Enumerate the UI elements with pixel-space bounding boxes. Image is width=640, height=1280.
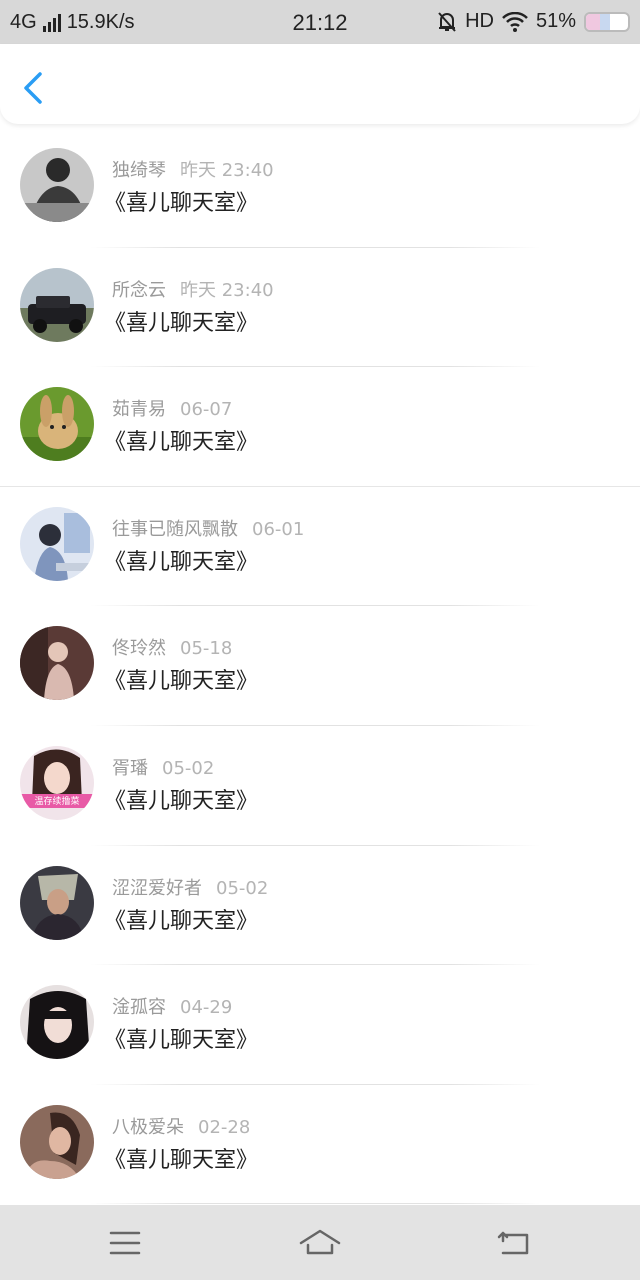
avatar[interactable]	[20, 387, 94, 462]
list-item[interactable]: 往事已随风飘散 06-01 《喜儿聊天室》	[0, 487, 640, 607]
sender-name: 独绮琴	[112, 160, 166, 181]
item-meta: 茹青易 06-07	[112, 395, 232, 421]
back-button[interactable]	[14, 66, 54, 106]
system-nav-bar	[0, 1205, 640, 1280]
battery-icon	[584, 11, 630, 32]
avatar-watermark: 温存续撸菜	[34, 795, 79, 807]
message-text: 《喜儿聊天室》	[104, 310, 259, 336]
item-meta: 八极爱朵 02-28	[112, 1113, 250, 1139]
timestamp: 02-28	[198, 1116, 251, 1138]
mute-bell-icon	[438, 11, 456, 32]
item-meta: 往事已随风飘散 06-01	[112, 515, 304, 541]
message-text: 《喜儿聊天室》	[104, 430, 259, 456]
wifi-icon	[502, 11, 528, 32]
top-bar	[0, 44, 640, 124]
list-item[interactable]: 涩涩爱好者 05-02 《喜儿聊天室》	[0, 846, 640, 966]
timestamp: 05-18	[180, 638, 233, 660]
avatar[interactable]	[20, 1104, 94, 1179]
item-meta: 独绮琴 昨天 23:40	[112, 156, 274, 182]
message-text: 《喜儿聊天室》	[104, 549, 259, 575]
sender-name: 往事已随风飘散	[112, 518, 238, 540]
item-meta: 胥璠 05-02	[112, 754, 214, 780]
timestamp: 05-02	[216, 877, 269, 899]
sender-name: 涩涩爱好者	[112, 877, 202, 899]
list-item[interactable]: 茹青易 06-07 《喜儿聊天室》	[0, 367, 640, 487]
message-text: 《喜儿聊天室》	[104, 191, 259, 216]
sender-name: 所念云	[112, 279, 166, 301]
home-button[interactable]	[298, 1223, 342, 1263]
message-text: 《喜儿聊天室》	[104, 908, 259, 934]
sender-name: 胥璠	[112, 757, 148, 779]
message-text: 《喜儿聊天室》	[104, 1028, 259, 1054]
message-text: 《喜儿聊天室》	[104, 788, 259, 814]
list-item[interactable]: 所念云 昨天 23:40 《喜儿聊天室》	[0, 248, 640, 368]
item-meta: 所念云 昨天 23:40	[112, 276, 274, 302]
timestamp: 04-29	[180, 997, 233, 1019]
item-meta: 淦孤容 04-29	[112, 993, 232, 1019]
timestamp: 昨天 23:40	[180, 279, 274, 301]
sender-name: 茹青易	[112, 399, 166, 421]
avatar[interactable]	[20, 267, 94, 342]
timestamp: 昨天 23:40	[180, 160, 274, 181]
timestamp: 06-07	[180, 399, 233, 421]
back-nav-button[interactable]	[495, 1223, 535, 1263]
avatar[interactable]	[20, 626, 94, 701]
battery-percent: 51%	[535, 10, 576, 32]
sender-name: 佟玲然	[112, 638, 166, 660]
list-item[interactable]: 温存续撸菜 胥璠 05-02 《喜儿聊天室》	[0, 726, 640, 846]
back-icon	[497, 1231, 529, 1255]
avatar[interactable]	[20, 506, 94, 581]
list-item[interactable]: 独绮琴 昨天 23:40 《喜儿聊天室》	[0, 128, 640, 248]
sender-name: 淦孤容	[112, 997, 166, 1019]
chevron-left-icon	[24, 72, 42, 104]
timestamp: 06-01	[252, 518, 305, 540]
home-icon	[299, 1229, 341, 1255]
avatar[interactable]: 温存续撸菜	[20, 745, 94, 820]
message-text: 《喜儿聊天室》	[104, 669, 259, 695]
list-item[interactable]: 八极爱朵 02-28 《喜儿聊天室》	[0, 1085, 640, 1205]
list-item[interactable]: 淦孤容 04-29 《喜儿聊天室》	[0, 965, 640, 1085]
status-right: HD 51%	[437, 10, 630, 33]
status-bar: 4G 15.9K/s 21:12 HD 51%	[0, 0, 640, 44]
avatar[interactable]	[20, 985, 94, 1060]
message-text: 《喜儿聊天室》	[104, 1147, 259, 1173]
item-meta: 涩涩爱好者 05-02	[112, 874, 268, 900]
menu-button[interactable]	[105, 1223, 145, 1263]
avatar[interactable]	[20, 865, 94, 940]
menu-icon	[109, 1231, 141, 1255]
item-meta: 佟玲然 05-18	[112, 634, 232, 660]
avatar[interactable]	[20, 148, 94, 222]
timestamp: 05-02	[162, 757, 215, 779]
sender-name: 八极爱朵	[112, 1116, 184, 1138]
hd-label: HD	[465, 10, 494, 32]
list-item[interactable]: 佟玲然 05-18 《喜儿聊天室》	[0, 606, 640, 726]
message-list: 独绮琴 昨天 23:40 《喜儿聊天室》 所念云 昨天 23:40 《喜儿聊天室》	[0, 128, 640, 1205]
